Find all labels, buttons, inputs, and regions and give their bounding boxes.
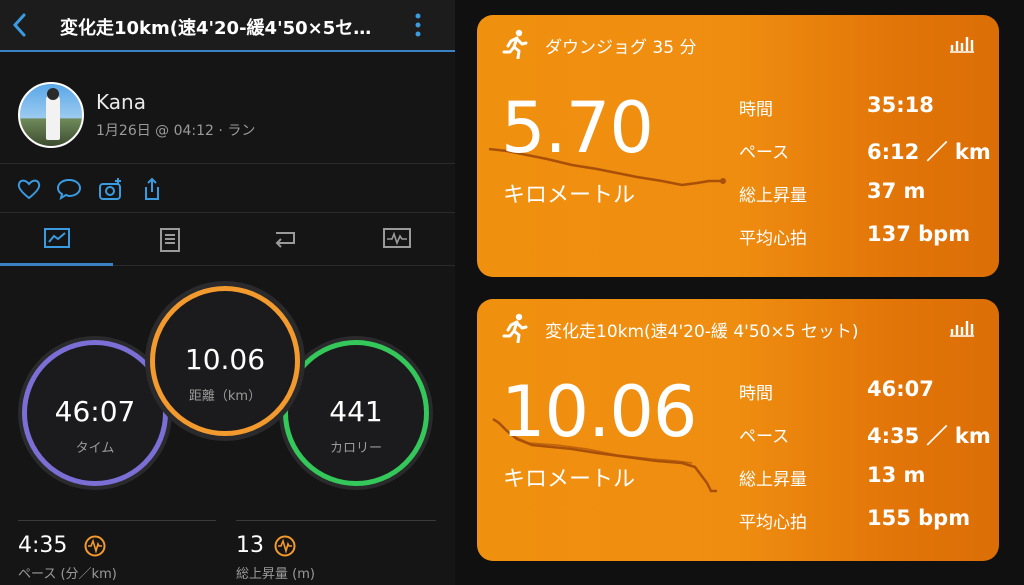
card-row-label: 時間 [739,100,773,120]
pace-label: ペース (分／km) [18,567,117,582]
activity-cards: ダウンジョグ 35 分 5.70 キロメートル 時間 35:18 ペース 6:1… [455,0,1024,585]
calories-value: 441 [329,395,383,428]
card-row-value: 6:12 ／ km [867,140,991,164]
card-row-value: 137 bpm [867,222,971,246]
action-bar [0,165,455,213]
distance-value: 10.06 [184,343,266,376]
kebab-icon[interactable] [412,12,424,38]
card-title: ダウンジョグ 35 分 [545,38,697,58]
card-row-label: 時間 [739,384,773,404]
back-icon[interactable] [10,10,28,40]
heart-icon[interactable] [16,177,42,201]
tab-laps[interactable] [226,214,339,266]
bar-chart-icon[interactable] [949,31,975,53]
card-row-label: 総上昇量 [739,470,807,490]
card-distance-unit: キロメートル [503,183,636,208]
pace-stat: 4:35 ペース (分／km) [18,520,216,585]
tab-details[interactable] [113,214,226,266]
laps-tab-icon [275,232,295,248]
card-row-value: 46:07 [867,377,934,401]
time-label: タイム [75,441,115,456]
add-photo-icon[interactable] [98,177,124,201]
heart-rate-icon [84,535,106,557]
card-row-value: 4:35 ／ km [867,424,991,448]
card-row-label: 平均心拍 [739,229,807,249]
activity-panel: 変化走10km(速4'20-緩4'50×5セ… Kana 1月26日 @ 04:… [0,0,455,585]
runner-icon [502,313,528,343]
calories-label: カロリー [329,441,382,456]
top-bar: 変化走10km(速4'20-緩4'50×5セ… [0,0,455,52]
tab-charts[interactable] [339,214,452,266]
card-title: 変化走10km(速4'20-緩 4'50×5 セット) [545,322,859,342]
activity-card[interactable]: 変化走10km(速4'20-緩 4'50×5 セット) 10.06 キロメートル… [477,299,999,561]
user-name[interactable]: Kana [96,90,146,114]
distance-label: 距離（km） [188,389,262,404]
card-distance: 5.70 [501,87,654,169]
time-value: 46:07 [54,395,136,428]
card-row-value: 13 m [867,463,926,487]
card-row-value: 35:18 [867,93,934,117]
pace-value: 4:35 [18,533,68,558]
card-distance-unit: キロメートル [503,467,636,492]
card-row-label: ペース [739,427,790,447]
activity-tabs [0,214,455,266]
ascent-value: 13 [236,533,264,558]
card-row-value: 155 bpm [867,506,971,530]
ascent-label: 総上昇量 (m) [236,567,315,582]
details-tab-icon [160,228,180,252]
profile-section: Kana 1月26日 @ 04:12 · ラン [0,54,455,164]
distance-ring: 10.06 距離（km） [150,286,300,436]
share-icon[interactable] [139,177,165,201]
bar-chart-icon[interactable] [949,315,975,337]
time-ring: 46:07 タイム [22,340,168,486]
runner-icon [502,29,528,59]
comment-icon[interactable] [56,177,82,201]
card-distance: 10.06 [501,371,697,453]
tab-overview[interactable] [0,214,113,266]
card-row-label: ペース [739,143,790,163]
card-row-label: 総上昇量 [739,186,807,206]
ascent-stat: 13 総上昇量 (m) [236,520,436,585]
calories-ring: 441 カロリー [283,340,429,486]
charts-tab-icon [383,228,411,248]
activity-card[interactable]: ダウンジョグ 35 分 5.70 キロメートル 時間 35:18 ペース 6:1… [477,15,999,277]
overview-tab-icon [44,228,70,248]
card-row-value: 37 m [867,179,926,203]
activity-meta: 1月26日 @ 04:12 · ラン [96,123,256,139]
activity-title: 変化走10km(速4'20-緩4'50×5セ… [60,18,372,39]
card-row-label: 平均心拍 [739,513,807,533]
avatar[interactable] [18,82,84,148]
heart-rate-icon [274,535,296,557]
